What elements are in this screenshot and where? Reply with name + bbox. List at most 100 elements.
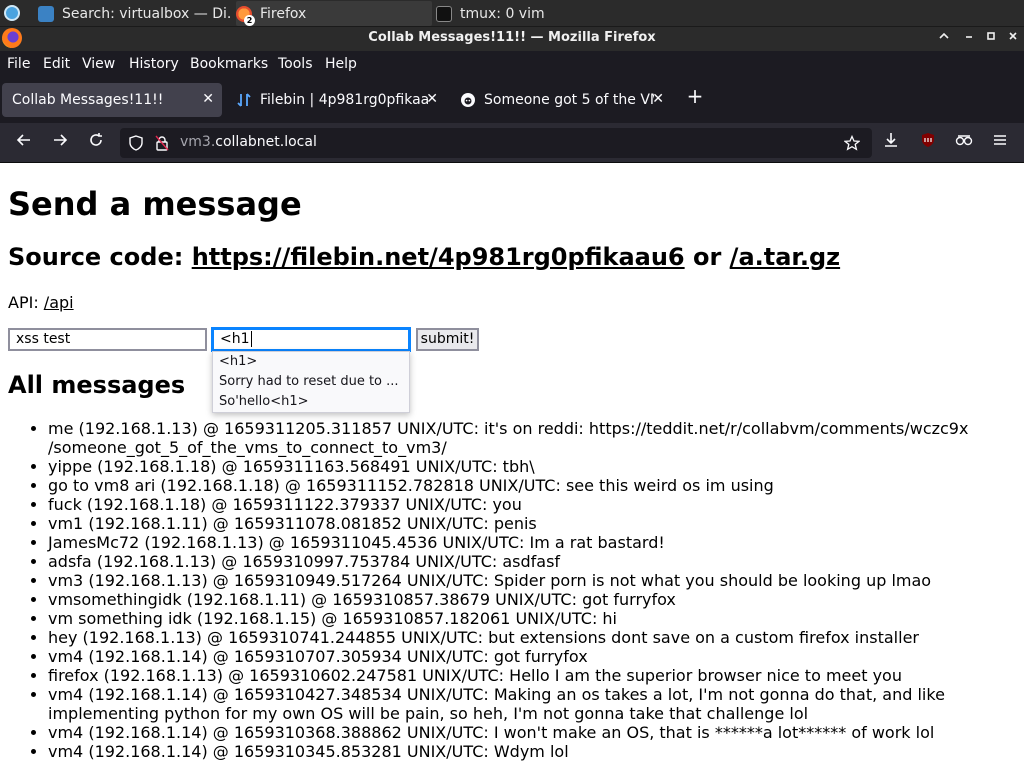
task-label: Firefox <box>260 5 307 22</box>
url-subdomain: vm3. <box>180 134 216 150</box>
tab-label: Filebin | 4p981rg0pfikaau <box>260 92 430 108</box>
menu-file[interactable]: File <box>7 56 30 72</box>
message-item: go to vm8 ari (192.168.1.18) @ 165931115… <box>48 476 984 495</box>
window-titlebar[interactable]: Collab Messages!11!! — Mozilla Firefox <box>0 27 1024 51</box>
url-text[interactable]: vm3.collabnet.local <box>180 134 317 150</box>
close-tab-icon[interactable]: ✕ <box>426 91 438 107</box>
reload-button[interactable] <box>85 132 107 154</box>
tab-strip: Collab Messages!11!! ✕ Filebin | 4p981rg… <box>0 77 1024 123</box>
menu-history[interactable]: History <box>129 56 179 72</box>
downloads-button[interactable] <box>880 132 902 154</box>
page-title: Send a message <box>8 185 302 223</box>
browser-window-icon <box>38 5 54 22</box>
message-item: firefox (192.168.1.13) @ 1659310602.2475… <box>48 666 984 685</box>
arrow-right-icon <box>54 134 68 146</box>
all-messages-heading: All messages <box>8 371 186 399</box>
app-launcher-icon[interactable] <box>4 5 20 21</box>
autocomplete-dropdown: <h1> Sorry had to reset due to ... So'he… <box>212 351 410 413</box>
forward-button[interactable] <box>49 132 71 154</box>
message-list: me (192.168.1.13) @ 1659311205.311857 UN… <box>0 419 1024 761</box>
task-search-virtualbox[interactable]: Search: virtualbox — Di... <box>38 1 232 26</box>
window-count-badge: 2 <box>244 14 255 26</box>
tarball-link[interactable]: /a.tar.gz <box>730 243 840 271</box>
menu-view[interactable]: View <box>82 56 115 72</box>
source-code-heading: Source code: https://filebin.net/4p981rg… <box>8 243 840 271</box>
message-item: adsfa (192.168.1.13) @ 1659310997.753784… <box>48 552 984 571</box>
tab-filebin[interactable]: Filebin | 4p981rg0pfikaau ✕ <box>226 83 446 117</box>
autocomplete-option[interactable]: So'hello<h1> <box>213 392 409 412</box>
task-firefox[interactable]: 2 Firefox <box>236 1 432 26</box>
terminal-icon <box>436 5 452 22</box>
download-icon <box>885 133 897 147</box>
new-tab-button[interactable]: + <box>684 85 706 107</box>
message-item: vmsomethingidk (192.168.1.11) @ 16593108… <box>48 590 984 609</box>
url-bar[interactable]: vm3.collabnet.local <box>120 128 872 158</box>
ublock-shield-icon <box>922 133 934 147</box>
task-label: Search: virtualbox — Di... <box>62 5 232 22</box>
or-text: or <box>684 243 730 271</box>
chevron-up-icon <box>939 32 949 39</box>
source-label: Source code: <box>8 243 192 271</box>
arrow-left-icon <box>16 134 30 146</box>
taskbar: Search: virtualbox — Di... 2 Firefox tmu… <box>0 0 1024 27</box>
message-item: vm3 (192.168.1.13) @ 1659310949.517264 U… <box>48 571 984 590</box>
filebin-link[interactable]: https://filebin.net/4p981rg0pfikaau6 <box>192 243 685 271</box>
window-title: Collab Messages!11!! — Mozilla Firefox <box>368 30 656 45</box>
bookmark-star-icon[interactable] <box>844 135 860 151</box>
close-tab-icon[interactable]: ✕ <box>202 91 214 107</box>
name-input[interactable]: xss test <box>8 328 207 351</box>
minimize-icon <box>966 36 972 38</box>
message-input[interactable]: <h1 <box>211 327 411 352</box>
hamburger-menu-icon <box>994 135 1006 145</box>
menu-bar: File Edit View History Bookmarks Tools H… <box>0 51 1024 77</box>
api-label: API: <box>8 293 44 312</box>
message-input-value: <h1 <box>220 331 250 347</box>
message-item: vm4 (192.168.1.14) @ 1659310427.348534 U… <box>48 685 984 723</box>
message-item: vm something idk (192.168.1.15) @ 165931… <box>48 609 984 628</box>
menu-edit[interactable]: Edit <box>43 56 70 72</box>
autocomplete-option[interactable]: Sorry had to reset due to ... <box>213 372 409 392</box>
task-tmux[interactable]: tmux: 0 vim <box>436 1 632 26</box>
tab-label: Someone got 5 of the VM <box>484 92 654 108</box>
navigation-toolbar: vm3.collabnet.local <box>0 123 1024 163</box>
task-label: tmux: 0 vim <box>460 5 545 22</box>
shield-icon[interactable] <box>128 135 144 151</box>
api-line: API: /api <box>8 293 74 312</box>
message-item: JamesMc72 (192.168.1.13) @ 1659311045.45… <box>48 533 984 552</box>
url-domain: collabnet.local <box>215 134 317 150</box>
tab-collab-messages[interactable]: Collab Messages!11!! ✕ <box>2 83 222 117</box>
close-icon <box>1009 32 1017 40</box>
api-link[interactable]: /api <box>44 293 74 312</box>
message-item: hey (192.168.1.13) @ 1659310741.244855 U… <box>48 628 984 647</box>
message-item: vm4 (192.168.1.14) @ 1659310707.305934 U… <box>48 647 984 666</box>
app-menu-button[interactable] <box>989 132 1011 154</box>
autocomplete-option[interactable]: <h1> <box>213 352 409 372</box>
ublock-origin-button[interactable] <box>917 132 939 154</box>
message-item: me (192.168.1.13) @ 1659311205.311857 UN… <box>48 419 984 457</box>
page-content: Send a message Source code: https://file… <box>0 163 1024 768</box>
iconify-button[interactable] <box>960 30 978 48</box>
reddit-icon <box>461 93 475 107</box>
text-caret <box>250 331 252 347</box>
tab-reddit-thread[interactable]: Someone got 5 of the VM ✕ <box>450 83 672 117</box>
lock-icon[interactable] <box>154 135 170 151</box>
submit-button[interactable]: submit! <box>416 328 479 351</box>
close-tab-icon[interactable]: ✕ <box>652 91 664 107</box>
menu-help[interactable]: Help <box>325 56 357 72</box>
message-item: yippe (192.168.1.18) @ 1659311163.568491… <box>48 457 984 476</box>
menu-tools[interactable]: Tools <box>278 56 313 72</box>
reload-icon <box>90 133 102 146</box>
maximize-button[interactable] <box>982 30 1000 48</box>
glasses-icon <box>955 135 973 146</box>
minimize-button[interactable] <box>935 30 953 48</box>
message-item: vm4 (192.168.1.14) @ 1659310345.853281 U… <box>48 742 984 761</box>
extension-button[interactable] <box>953 132 975 154</box>
filebin-icon <box>237 93 251 107</box>
close-window-button[interactable] <box>1004 30 1022 48</box>
maximize-icon <box>987 32 995 40</box>
message-item: vm1 (192.168.1.11) @ 1659311078.081852 U… <box>48 514 984 533</box>
message-item: vm4 (192.168.1.14) @ 1659310368.388862 U… <box>48 723 984 742</box>
tab-label: Collab Messages!11!! <box>12 92 164 108</box>
menu-bookmarks[interactable]: Bookmarks <box>190 56 268 72</box>
back-button[interactable] <box>13 132 35 154</box>
